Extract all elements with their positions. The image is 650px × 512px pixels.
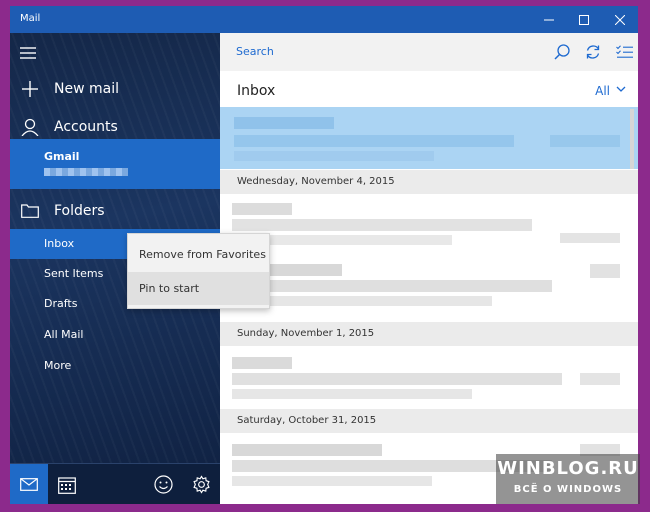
date-header: Saturday, October 31, 2015 (220, 409, 638, 433)
remove-from-favorites-item[interactable]: Remove from Favorites (128, 238, 269, 271)
date-header: Sunday, November 1, 2015 (220, 322, 638, 346)
settings-button[interactable] (182, 464, 220, 504)
context-menu: Remove from Favorites Pin to start (127, 233, 270, 309)
watermark-title: WINBLOG.RU (497, 458, 639, 479)
search-input[interactable]: Search (236, 45, 274, 58)
folder-all-mail[interactable]: All Mail (10, 320, 220, 350)
accounts-label: Accounts (54, 119, 118, 135)
inbox-header: Inbox All (220, 71, 638, 107)
person-icon (19, 118, 41, 136)
mail-app-button[interactable] (10, 464, 48, 504)
sync-button[interactable] (578, 33, 608, 71)
folder-icon (19, 204, 41, 218)
message-item[interactable] (220, 254, 638, 314)
pin-to-start-item[interactable]: Pin to start (128, 272, 269, 305)
close-button[interactable] (605, 6, 635, 33)
account-name: Gmail (44, 150, 80, 163)
folders-label: Folders (54, 203, 105, 219)
feedback-button[interactable] (144, 464, 182, 504)
date-header: Wednesday, November 4, 2015 (220, 170, 638, 194)
search-bar: Search (220, 33, 638, 71)
maximize-button[interactable] (569, 6, 599, 33)
new-mail-button[interactable]: New mail (10, 70, 220, 108)
filter-dropdown[interactable]: All (595, 84, 610, 98)
sync-icon (586, 45, 600, 59)
hamburger-icon (20, 47, 36, 59)
scrollbar-thumb[interactable] (630, 109, 634, 169)
select-mode-button[interactable] (609, 33, 638, 71)
gear-icon (192, 475, 210, 494)
chevron-down-icon[interactable] (616, 84, 626, 94)
watermark: WINBLOG.RU ВСЁ О WINDOWS (496, 454, 640, 504)
folder-title: Inbox (237, 83, 276, 99)
folder-more[interactable]: More (10, 351, 220, 381)
window-title: Mail (20, 13, 41, 24)
message-item[interactable] (220, 347, 638, 407)
mail-icon (20, 478, 38, 491)
calendar-icon (58, 476, 76, 494)
message-list-pane: Search Inbox All Wednesday, November 4, … (220, 33, 638, 504)
smiley-icon (153, 475, 173, 494)
message-item[interactable] (220, 195, 638, 253)
maximize-icon (579, 14, 589, 25)
mail-window: Mail New mail Accounts Gmail Folders Inb… (10, 6, 638, 504)
plus-icon (19, 81, 41, 97)
minimize-icon (544, 19, 554, 20)
search-button[interactable] (547, 33, 577, 71)
minimize-button[interactable] (534, 6, 564, 33)
folders-button[interactable]: Folders (10, 192, 220, 230)
calendar-app-button[interactable] (48, 464, 86, 504)
message-item-selected[interactable] (220, 107, 638, 169)
bottom-app-bar (10, 463, 220, 504)
close-icon (615, 14, 625, 25)
account-gmail[interactable]: Gmail (10, 139, 220, 189)
hamburger-menu-button[interactable] (20, 44, 36, 63)
new-mail-label: New mail (54, 81, 119, 97)
checklist-icon (615, 45, 633, 58)
search-icon (554, 44, 570, 60)
watermark-subtitle: ВСЁ О WINDOWS (513, 484, 623, 495)
account-email-redacted (44, 168, 128, 176)
title-bar: Mail (10, 6, 638, 33)
